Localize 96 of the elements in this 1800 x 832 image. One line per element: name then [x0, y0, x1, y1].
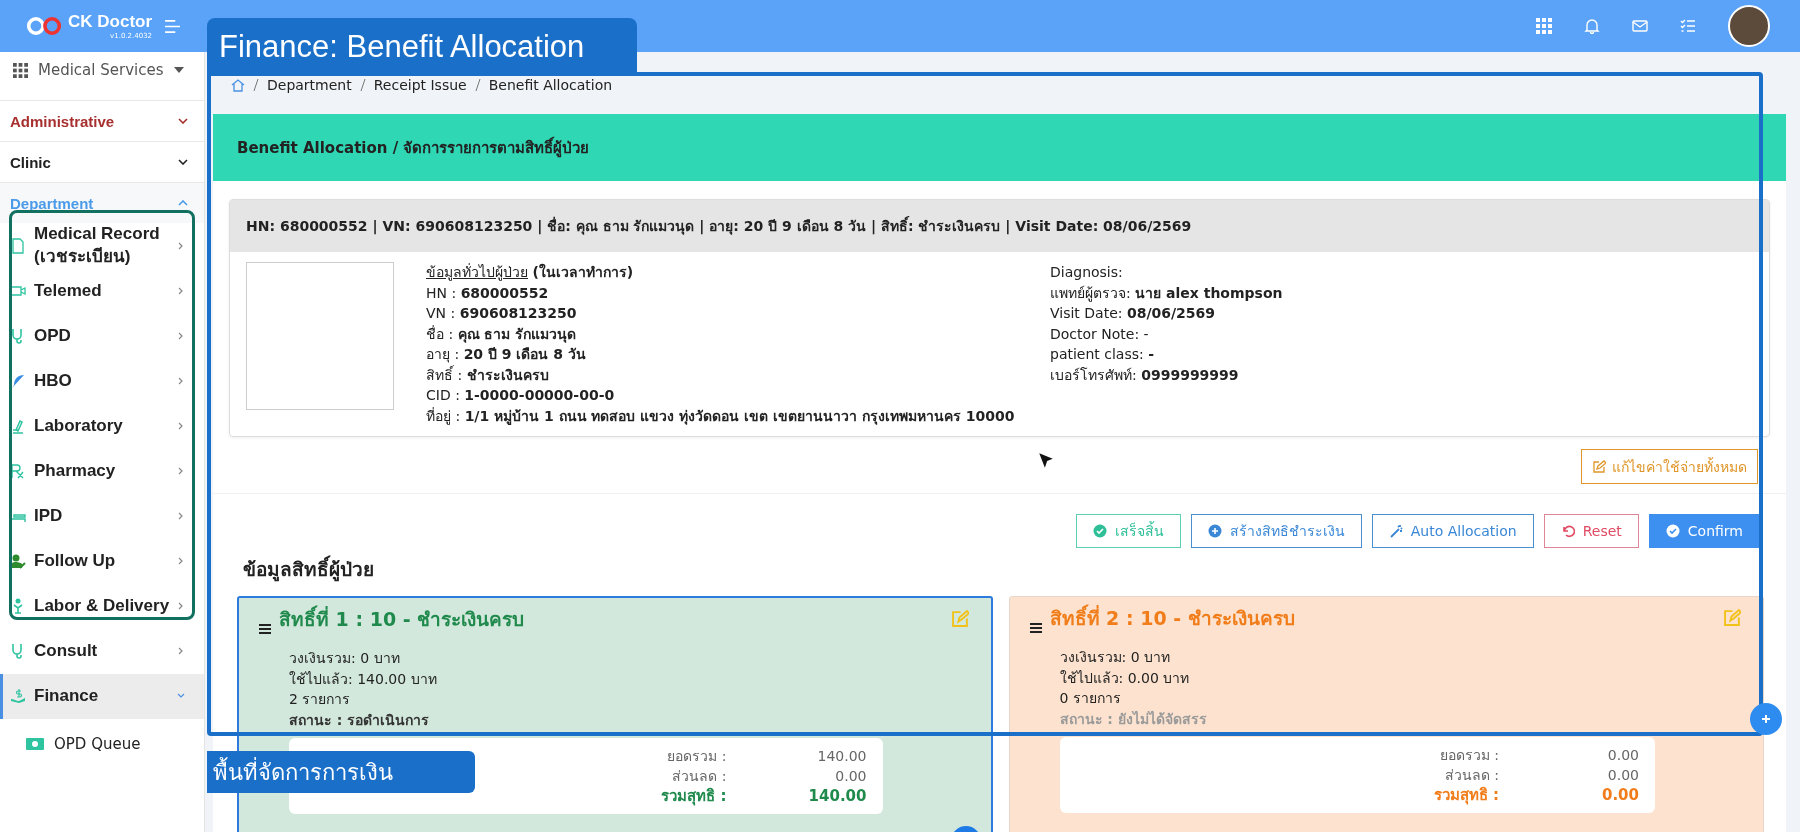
patient-summary: HN: 680000552 | VN: 690608123250 | ชื่อ: คุณ ธาม รักแมวนุด | อายุ: 20 ปี 9 เดือน 8 วัน | สิทธิ์: ชำระเงินครบ | Visit Date: 08/06/2569	[230, 200, 1769, 252]
hand-money-icon	[10, 688, 26, 705]
sidebar-item[interactable]: OPD	[0, 313, 204, 359]
drag-handle-icon[interactable]	[259, 624, 271, 634]
auto-button[interactable]: Auto Allocation	[1371, 514, 1534, 548]
bell-icon[interactable]	[1584, 18, 1600, 34]
caret-icon	[173, 67, 184, 73]
sidebar-subitem[interactable]: OPD Queue	[0, 718, 204, 769]
benefit-detail: 0 รายการ	[1059, 689, 1122, 708]
sidebar-item[interactable]: Finance	[0, 673, 204, 719]
apps-grid-icon[interactable]	[1536, 18, 1552, 34]
patient-field: ที่อยู่ : 1/1 หมู่บ้าน 1 ถนน ทดสอบ แขวง ทุ่งวัดดอน เขต เขตยานนาวา กรุงเทพมหานคร 10000	[426, 405, 1020, 426]
create-button[interactable]: สร้างสิทธิชำระเงิน	[1190, 514, 1362, 548]
sidebar-item[interactable]: Laboratory	[0, 403, 204, 449]
home-icon[interactable]	[231, 78, 245, 92]
sidebar-item[interactable]: Pharmacy	[0, 448, 204, 494]
sidebar-item[interactable]: Consult	[0, 628, 204, 674]
sidebar-group[interactable]: Administrative	[0, 100, 204, 141]
benefit-card[interactable]: สิทธิ์ที่ 2 : 10 - ชำระเงินครบ วงเงินรวม: 0 บาท ใช้ไปแล้ว: 0.00 บาท 0 รายการ สถานะ : ยังไม่ได้จัดสรร ยอดรวม : 0.00 ส่วนลด : 0.00 รวมสุทธิ : 0.00	[1008, 596, 1764, 832]
total-label: ส่วนลด :	[1443, 766, 1499, 785]
edit-icon[interactable]	[951, 610, 969, 627]
benefit-detail: 2 รายการ	[289, 690, 352, 709]
magic-wand-icon	[1388, 524, 1403, 538]
status-text: สถานะ : ยังไม่ได้จัดสรร	[1059, 709, 1208, 729]
benefit-title: สิทธิ์ที่ 2 : 10 - ชำระเงินครบ	[1049, 603, 1716, 633]
menu-icon[interactable]	[164, 19, 182, 33]
info-link[interactable]: ข้อมูลทั่วไปผู้ป่วย	[426, 264, 528, 280]
total-label: รวมสุทธิ :	[1432, 785, 1499, 805]
slash-icon	[474, 79, 481, 91]
visit-field: แพทย์ผู้ตรวจ: นาย alex thompson	[1050, 282, 1283, 303]
module-selector[interactable]: Medical Services	[0, 54, 204, 86]
patient-field: VN : 690608123250	[426, 303, 1020, 324]
mail-icon[interactable]	[1632, 18, 1648, 34]
sidebar-item[interactable]: Telemed	[0, 268, 204, 314]
app-name: CK Doctor	[68, 12, 153, 32]
sidebar-item[interactable]: Follow Up	[0, 538, 204, 584]
reset-button[interactable]: Reset	[1543, 514, 1639, 548]
plus-circle-icon	[1207, 524, 1222, 538]
total-value: 0.00	[1601, 785, 1639, 805]
benefit-detail: ใช้ไปแล้ว: 0.00 บาท	[1059, 668, 1191, 688]
file-icon	[10, 237, 26, 254]
benefit-title: สิทธิ์ที่ 1 : 10 - ชำระเงินครบ	[279, 604, 944, 634]
avatar[interactable]	[1728, 5, 1770, 47]
apps-grid-icon	[13, 62, 28, 78]
patient-field: สิทธิ์ : ชำระเงินครบ	[426, 364, 1020, 385]
slash-icon	[359, 79, 366, 91]
patient-field: CID : 1-0000-00000-00-0	[426, 385, 1020, 406]
chevron-icon	[178, 118, 188, 124]
checklist-icon[interactable]	[1680, 18, 1696, 34]
edit-icon[interactable]	[1724, 609, 1741, 626]
patient-field: อายุ : 20 ปี 9 เดือน 8 วัน	[426, 344, 1020, 365]
plus-icon	[1761, 714, 1771, 724]
breadcrumb-link[interactable]: Department	[267, 77, 352, 93]
benefit-detail: วงเงินรวม: 0 บาท	[1059, 648, 1172, 667]
section-heading: ข้อมูลสิทธิ์ผู้ป่วย	[237, 554, 1770, 584]
undo-icon	[1560, 524, 1575, 538]
chevron-icon	[178, 200, 188, 206]
microscope-icon	[10, 418, 26, 435]
sidebar-item[interactable]: Medical Record (เวชระเบียน)	[0, 223, 204, 269]
total-value: 0.00	[834, 767, 867, 786]
status-text: สถานะ : รอดำเนินการ	[289, 710, 431, 730]
annotation-label: พื้นที่จัดการการเงิน	[207, 751, 475, 793]
cursor-icon	[1038, 452, 1054, 470]
banknote-icon	[26, 737, 44, 750]
slash-icon	[253, 79, 259, 91]
logo-icon	[26, 16, 62, 36]
benefit-detail: ใช้ไปแล้ว: 140.00 บาท	[289, 669, 438, 689]
benefit-detail: วงเงินรวม: 0 บาท	[289, 649, 401, 668]
total-value: 0.00	[1606, 746, 1639, 765]
sidebar-item[interactable]: Labor & Delivery	[0, 583, 204, 629]
patient-field: ชื่อ : คุณ ธาม รักแมวนุด	[426, 323, 1020, 344]
sidebar-item[interactable]: IPD	[0, 493, 204, 539]
patient-field: HN : 680000552	[426, 282, 1020, 303]
total-value: 140.00	[807, 786, 867, 806]
page-title: Benefit Allocation / จัดการรายการตามสิทธิ์ผู้ป่วย	[237, 135, 590, 160]
breadcrumb-link[interactable]: Benefit Allocation	[488, 77, 613, 93]
drag-handle-icon[interactable]	[1029, 623, 1042, 633]
total-value: 0.00	[1606, 766, 1639, 785]
check-circle-icon	[1092, 524, 1107, 538]
check-circle-icon	[1665, 524, 1680, 538]
total-value: 140.00	[816, 747, 867, 766]
sidebar-item[interactable]: HBO	[0, 358, 204, 404]
total-label: ยอดรวม :	[1438, 746, 1499, 765]
visit-field: patient class: -	[1050, 344, 1283, 365]
total-label: ยอดรวม :	[666, 747, 727, 766]
prescription-icon	[10, 463, 26, 480]
chevron-icon	[178, 159, 188, 165]
visit-field: เบอร์โทรศัพท์: 0999999999	[1050, 364, 1283, 385]
total-label: รวมสุทธิ :	[660, 786, 727, 806]
breadcrumb-link[interactable]: Receipt Issue	[373, 77, 467, 93]
annotation-callout: Finance: Benefit Allocation	[207, 18, 637, 76]
visit-field: Doctor Note: -	[1050, 323, 1283, 344]
visit-field: Visit Date: 08/06/2569	[1050, 303, 1283, 324]
info-note: (ในเวลาทำการ)	[532, 264, 634, 280]
visit-field: Diagnosis:	[1050, 262, 1283, 283]
user-edit-icon	[10, 553, 26, 570]
